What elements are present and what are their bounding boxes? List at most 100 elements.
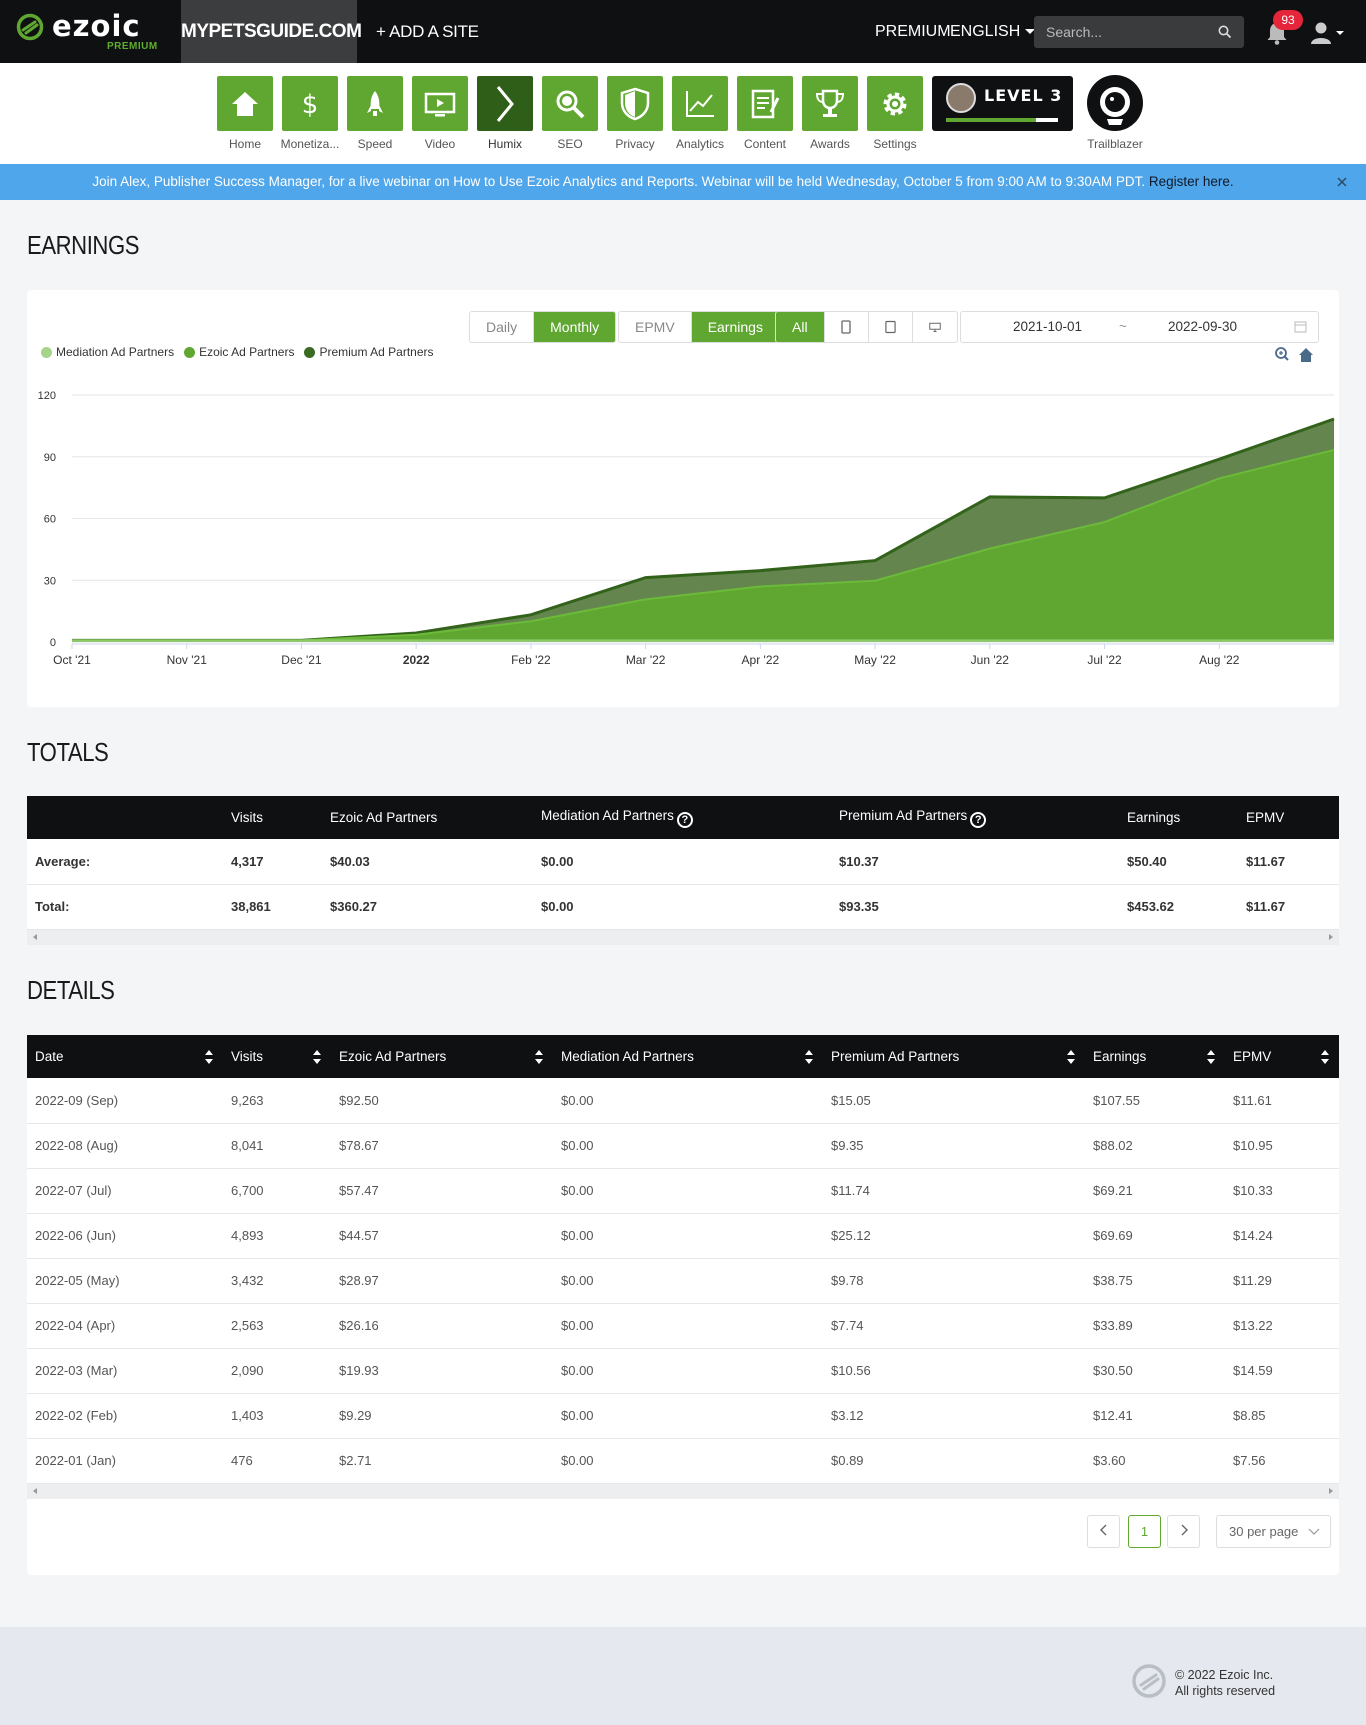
earnings-button[interactable]: Earnings <box>691 312 779 342</box>
search-icon[interactable] <box>1218 25 1232 39</box>
table-cell: $7.56 <box>1225 1438 1339 1484</box>
premium-link[interactable]: PREMIUM <box>875 0 951 63</box>
table-cell: $15.05 <box>823 1078 1085 1124</box>
scroll-right-icon[interactable] <box>1329 933 1333 940</box>
legend-dot-icon <box>304 346 316 358</box>
search-input[interactable] <box>1034 16 1214 48</box>
sort-icon[interactable] <box>205 1048 213 1066</box>
nav-item-video[interactable]: Video <box>410 76 470 151</box>
prev-page-button[interactable] <box>1087 1515 1120 1548</box>
per-page-select[interactable]: 30 per page <box>1216 1515 1331 1548</box>
home-reset-icon[interactable] <box>1299 348 1313 362</box>
help-icon[interactable]: ? <box>970 811 987 828</box>
close-icon[interactable] <box>1335 175 1349 189</box>
next-page-button[interactable] <box>1167 1515 1200 1548</box>
table-cell: $2.71 <box>331 1438 553 1484</box>
column-header[interactable]: Visits <box>223 1035 331 1078</box>
ezoic-logo[interactable]: ezoic PREMIUM <box>16 10 157 52</box>
legend-dot-icon <box>41 346 52 358</box>
table-cell: $10.37 <box>831 839 1119 885</box>
nav-item-home[interactable]: Home <box>215 76 275 151</box>
sort-icon[interactable] <box>1321 1048 1329 1066</box>
column-header[interactable]: Premium Ad Partners <box>823 1035 1085 1078</box>
table-cell: 1,403 <box>223 1393 331 1439</box>
table-cell: Total: <box>27 884 223 930</box>
monthly-button[interactable]: Monthly <box>534 312 616 342</box>
mobile-button[interactable] <box>825 312 869 342</box>
nav-item-analytics[interactable]: Analytics <box>670 76 730 151</box>
legend-item[interactable]: Premium Ad Partners <box>304 345 434 359</box>
add-site-link[interactable]: + ADD A SITE <box>376 0 479 63</box>
sort-icon[interactable] <box>535 1048 543 1066</box>
gear-icon <box>883 92 907 115</box>
scroll-left-icon[interactable] <box>33 933 37 940</box>
sort-icon[interactable] <box>805 1048 813 1066</box>
table-cell: $11.67 <box>1238 884 1339 930</box>
sort-icon[interactable] <box>1067 1048 1075 1066</box>
level-badge[interactable]: LEVEL 3 <box>932 76 1073 131</box>
column-header: Mediation Ad Partners? <box>533 796 831 839</box>
sort-icon[interactable] <box>313 1048 321 1066</box>
table-cell: 2022-04 (Apr) <box>27 1303 223 1349</box>
language-selector[interactable]: ENGLISH <box>950 0 1036 63</box>
column-header[interactable]: Date <box>27 1035 223 1078</box>
table-cell: $44.57 <box>331 1213 553 1259</box>
table-cell: 2022-05 (May) <box>27 1258 223 1304</box>
column-header[interactable]: Earnings <box>1085 1035 1225 1078</box>
horizontal-scrollbar[interactable] <box>27 1483 1339 1499</box>
sort-icon[interactable] <box>1207 1048 1215 1066</box>
page-number-button[interactable]: 1 <box>1128 1515 1161 1548</box>
nav-item-privacy[interactable]: Privacy <box>605 76 665 151</box>
nav-item-seo[interactable]: SEO <box>540 76 600 151</box>
table-cell: $28.97 <box>331 1258 553 1304</box>
y-tick-label: 60 <box>44 514 56 526</box>
table-cell: $453.62 <box>1119 884 1238 930</box>
help-icon[interactable]: ? <box>676 811 693 828</box>
all-devices-button[interactable]: All <box>776 312 825 342</box>
table-cell: $10.56 <box>823 1348 1085 1394</box>
table-cell: $11.74 <box>823 1168 1085 1214</box>
nav-item-monetization[interactable]: $ Monetiza... <box>280 76 340 151</box>
column-header[interactable]: Mediation Ad Partners <box>553 1035 823 1078</box>
table-cell: $11.61 <box>1225 1078 1339 1124</box>
horizontal-scrollbar[interactable] <box>27 929 1339 945</box>
tablet-button[interactable] <box>869 312 913 342</box>
column-label: Visits <box>231 1049 264 1064</box>
nav-item-settings[interactable]: Settings <box>865 76 925 151</box>
scroll-right-icon[interactable] <box>1329 1487 1333 1494</box>
date-from: 2021-10-01 <box>1013 319 1083 334</box>
epmv-button[interactable]: EPMV <box>619 312 692 342</box>
column-header[interactable]: EPMV <box>1225 1035 1339 1078</box>
date-range-picker[interactable]: 2021-10-01 ~ 2022-09-30 <box>960 311 1319 343</box>
table-cell: 2,563 <box>223 1303 331 1349</box>
nav-item-speed[interactable]: Speed <box>345 76 405 151</box>
desktop-icon <box>928 322 941 332</box>
nav-label: Speed <box>357 137 393 151</box>
trailblazer-badge[interactable]: Trailblazer <box>1085 75 1145 151</box>
column-label: Ezoic Ad Partners <box>330 810 438 825</box>
table-cell: 3,432 <box>223 1258 331 1304</box>
table-cell: $0.00 <box>553 1123 823 1169</box>
nav-item-humix[interactable]: Humix <box>475 76 535 151</box>
site-selector[interactable]: MYPETSGUIDE.COM <box>181 0 362 63</box>
earnings-area-chart: 0 30 60 90 120 Oct '21 Nov '21 Dec '21 2022 Feb '… <box>38 390 1335 667</box>
daily-button[interactable]: Daily <box>470 312 535 342</box>
register-link[interactable]: Register here. <box>1149 174 1234 189</box>
desktop-button[interactable] <box>913 312 957 342</box>
chevron-right-icon <box>1181 1524 1188 1536</box>
table-row: 2022-03 (Mar) 2,090 $19.93 $0.00 $10.56 $30.5… <box>27 1348 1339 1394</box>
table-row: 2022-06 (Jun) 4,893 $44.57 $0.00 $25.12 $69.6… <box>27 1213 1339 1259</box>
nav-item-content[interactable]: Content <box>735 76 795 151</box>
top-bar: ezoic PREMIUM MYPETSGUIDE.COM + ADD A SI… <box>0 0 1366 63</box>
astronaut-icon <box>1100 87 1130 125</box>
zoom-icon[interactable] <box>1275 347 1289 361</box>
column-header[interactable]: Ezoic Ad Partners <box>331 1035 553 1078</box>
scroll-left-icon[interactable] <box>33 1487 37 1494</box>
table-cell: $0.00 <box>533 884 831 930</box>
shield-icon <box>620 87 650 120</box>
table-cell: $11.67 <box>1238 839 1339 885</box>
user-avatar-icon[interactable] <box>1310 20 1344 46</box>
legend-item[interactable]: Mediation Ad Partners <box>41 345 174 359</box>
legend-item[interactable]: Ezoic Ad Partners <box>184 345 294 359</box>
nav-item-awards[interactable]: Awards <box>800 76 860 151</box>
